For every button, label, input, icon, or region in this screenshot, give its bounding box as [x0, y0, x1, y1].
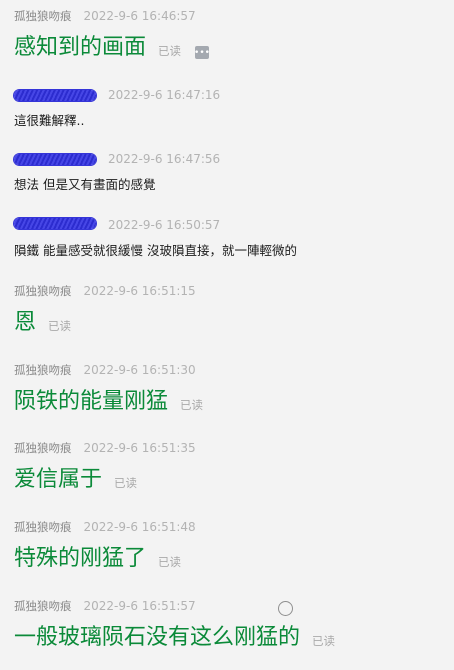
- message-time: 2022-9-6 16:51:15: [83, 284, 196, 298]
- message-text[interactable]: 一般玻璃陨石没有这么刚猛的: [14, 623, 300, 653]
- read-status: 已读: [114, 476, 138, 490]
- message-text[interactable]: 這很難解釋..: [14, 112, 84, 130]
- message-meta: 孤独狼吻痕 2022-9-6 16:51:30: [14, 362, 444, 378]
- message-text[interactable]: 陨铁的能量刚猛: [14, 387, 168, 417]
- message-text[interactable]: 想法 但是又有畫面的感覺: [14, 176, 155, 194]
- sender-name: 孤独狼吻痕: [14, 284, 72, 298]
- message-body: 恩 已读: [14, 308, 444, 338]
- ellipsis-icon[interactable]: •••: [194, 46, 210, 59]
- message-meta: 2022-9-6 16:47:56: [14, 151, 444, 167]
- message-time: 2022-9-6 16:46:57: [83, 9, 196, 23]
- message-item: 孤独狼吻痕 2022-9-6 16:51:35 爱信属于 已读: [14, 440, 444, 495]
- message-item: 2022-9-6 16:47:16 這很難解釋..: [14, 87, 444, 130]
- sender-name: 孤独狼吻痕: [14, 9, 72, 23]
- redacted-sender-name: [14, 217, 96, 229]
- message-text[interactable]: 感知到的画面: [14, 33, 146, 63]
- sender-name: 孤独狼吻痕: [14, 363, 72, 377]
- message-body: 一般玻璃陨石没有这么刚猛的 已读: [14, 623, 444, 653]
- message-meta: 孤独狼吻痕 2022-9-6 16:51:57: [14, 598, 444, 614]
- redacted-sender-name: [14, 153, 96, 165]
- read-status: 已读: [312, 634, 336, 648]
- message-meta: 孤独狼吻痕 2022-9-6 16:51:15: [14, 283, 444, 299]
- redacted-sender-name: [14, 89, 96, 101]
- read-status: 已读: [180, 398, 204, 412]
- message-body: 這很難解釋..: [14, 112, 444, 130]
- message-time: 2022-9-6 16:51:35: [83, 441, 196, 455]
- message-time: 2022-9-6 16:47:56: [108, 152, 221, 166]
- message-item: 2022-9-6 16:47:56 想法 但是又有畫面的感覺: [14, 151, 444, 194]
- message-body: 特殊的刚猛了 已读: [14, 544, 444, 574]
- message-text[interactable]: 特殊的刚猛了: [14, 544, 146, 574]
- message-body: 陨铁的能量刚猛 已读: [14, 387, 444, 417]
- message-text[interactable]: 爱信属于: [14, 465, 102, 495]
- message-time: 2022-9-6 16:51:30: [83, 363, 196, 377]
- message-meta: 2022-9-6 16:50:57: [14, 217, 444, 233]
- message-item: 孤独狼吻痕 2022-9-6 16:51:30 陨铁的能量刚猛 已读: [14, 362, 444, 417]
- message-body: 感知到的画面 已读 •••: [14, 33, 444, 63]
- message-text[interactable]: 隕鐵 能量感受就很緩慢 沒玻隕直接，就一陣輕微的: [14, 242, 297, 260]
- read-status: 已读: [48, 319, 72, 333]
- message-body: 隕鐵 能量感受就很緩慢 沒玻隕直接，就一陣輕微的: [14, 242, 444, 260]
- sender-name: 孤独狼吻痕: [14, 520, 72, 534]
- sender-name: 孤独狼吻痕: [14, 599, 72, 613]
- message-item: 孤独狼吻痕 2022-9-6 16:51:57 一般玻璃陨石没有这么刚猛的 已读: [14, 598, 444, 653]
- message-item: 2022-9-6 16:50:57 隕鐵 能量感受就很緩慢 沒玻隕直接，就一陣輕…: [14, 217, 444, 260]
- message-time: 2022-9-6 16:51:57: [83, 599, 196, 613]
- message-body: 爱信属于 已读: [14, 465, 444, 495]
- sender-name: 孤独狼吻痕: [14, 441, 72, 455]
- read-status: 已读: [158, 555, 182, 569]
- message-meta: 孤独狼吻痕 2022-9-6 16:46:57: [14, 8, 444, 24]
- message-meta: 2022-9-6 16:47:16: [14, 87, 444, 103]
- message-meta: 孤独狼吻痕 2022-9-6 16:51:35: [14, 440, 444, 456]
- message-item: 孤独狼吻痕 2022-9-6 16:51:48 特殊的刚猛了 已读: [14, 519, 444, 574]
- message-item: 孤独狼吻痕 2022-9-6 16:51:15 恩 已读: [14, 283, 444, 338]
- chat-history: 孤独狼吻痕 2022-9-6 16:46:57 感知到的画面 已读 ••• 20…: [0, 0, 454, 670]
- read-status: 已读: [158, 44, 182, 58]
- message-time: 2022-9-6 16:51:48: [83, 520, 196, 534]
- message-item: 孤独狼吻痕 2022-9-6 16:46:57 感知到的画面 已读 •••: [14, 8, 444, 63]
- message-text[interactable]: 恩: [14, 308, 36, 338]
- message-meta: 孤独狼吻痕 2022-9-6 16:51:48: [14, 519, 444, 535]
- message-time: 2022-9-6 16:47:16: [108, 88, 221, 102]
- message-body: 想法 但是又有畫面的感覺: [14, 176, 444, 194]
- circle-icon[interactable]: [278, 601, 293, 616]
- message-time: 2022-9-6 16:50:57: [108, 218, 221, 232]
